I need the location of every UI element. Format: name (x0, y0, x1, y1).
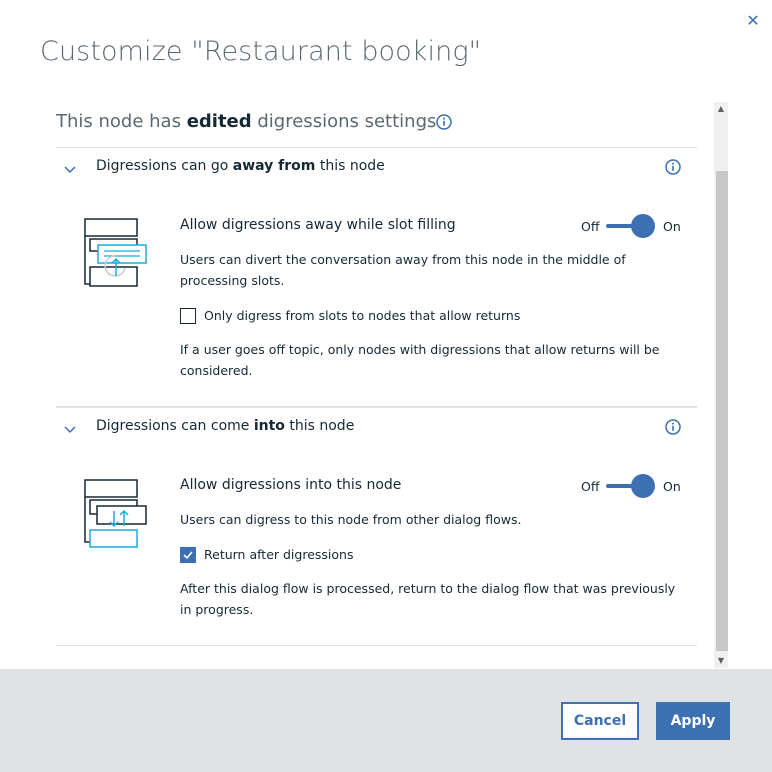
divider (56, 147, 697, 148)
section-title-suffix: this node (284, 418, 355, 434)
info-icon[interactable] (665, 159, 681, 175)
digression-status-heading: This node has edited digressions setting… (56, 111, 436, 132)
heading-emphasis: edited (186, 111, 252, 132)
section-title-emphasis: into (253, 418, 285, 434)
digress-away-icon (84, 218, 147, 287)
chevron-down-icon[interactable] (63, 162, 77, 176)
scroll-down-icon[interactable]: ▼ (714, 654, 728, 668)
scroll-up-icon[interactable]: ▲ (714, 102, 728, 116)
apply-button[interactable]: Apply (656, 702, 730, 740)
description-into: Users can digress to this node from othe… (180, 512, 522, 527)
section-title-emphasis: away from (232, 158, 316, 174)
checkbox-description: After this dialog flow is processed, ret… (180, 581, 676, 617)
checkmark-icon (183, 551, 193, 560)
toggle-on-label: On (663, 479, 681, 494)
section-title-into[interactable]: Digressions can come into this node (96, 418, 354, 434)
info-icon[interactable] (436, 114, 452, 130)
checkbox-label[interactable]: Return after digressions (204, 544, 353, 565)
checkbox-label[interactable]: Only digress from slots to nodes that al… (204, 305, 520, 326)
cancel-button[interactable]: Cancel (561, 702, 639, 740)
heading-prefix: This node has (56, 111, 187, 132)
section-title-prefix: Digressions can go (96, 158, 233, 174)
toggle-title-into: Allow digressions into this node (180, 477, 402, 493)
divider (56, 406, 697, 408)
info-icon[interactable] (665, 419, 681, 435)
digress-into-icon (84, 479, 147, 548)
checkbox-only-digress[interactable] (180, 308, 196, 324)
toggle-switch-into[interactable] (606, 474, 656, 498)
checkbox-description: If a user goes off topic, only nodes wit… (180, 342, 660, 378)
divider (56, 645, 697, 646)
scrollbar-thumb[interactable] (716, 171, 728, 651)
section-title-prefix: Digressions can come (96, 418, 254, 434)
checkbox-return-after[interactable] (180, 547, 196, 563)
close-icon[interactable]: ✕ (744, 12, 762, 30)
section-title-suffix: this node (315, 158, 385, 174)
toggle-off-label: Off (581, 219, 600, 234)
chevron-down-icon[interactable] (63, 422, 77, 436)
toggle-title-away: Allow digressions away while slot fillin… (180, 217, 456, 233)
heading-suffix: digressions settings (251, 111, 437, 132)
section-title-away[interactable]: Digressions can go away from this node (96, 158, 385, 174)
description-away: Users can divert the conversation away f… (180, 252, 626, 288)
dialog-title: Customize "Restaurant booking" (40, 36, 482, 67)
toggle-on-label: On (663, 219, 681, 234)
toggle-off-label: Off (581, 479, 600, 494)
toggle-switch-away[interactable] (606, 214, 656, 238)
